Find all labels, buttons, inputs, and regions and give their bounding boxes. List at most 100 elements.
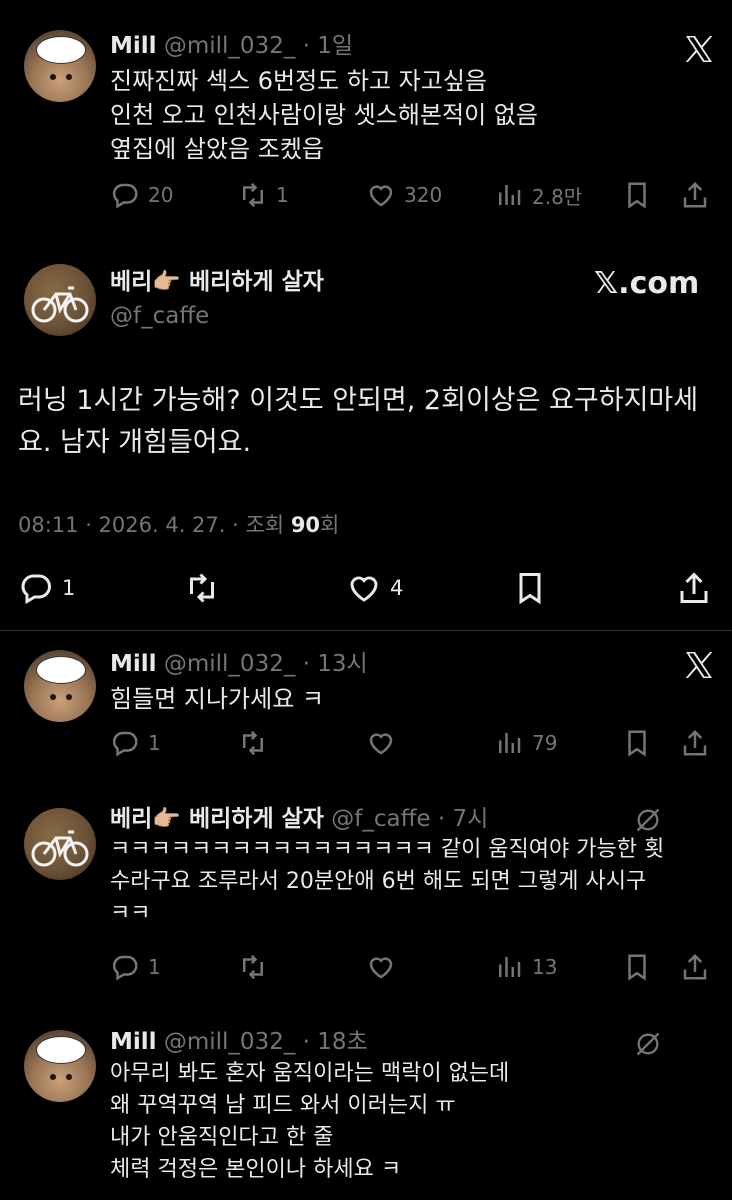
tweet-header: 베리👉🏼 베리하게 살자 @f_caffe · 7시	[110, 803, 488, 835]
tweet-line: 옆집에 살았음 조켔읍	[110, 135, 324, 163]
repost-icon	[243, 954, 263, 980]
reply-icon	[112, 731, 138, 757]
separator: ·	[302, 1029, 310, 1055]
heart-icon	[350, 576, 378, 602]
share-button[interactable]	[676, 570, 712, 606]
reply-button[interactable]: 1	[110, 728, 161, 758]
share-button[interactable]	[680, 728, 710, 758]
timestamp[interactable]: 13시	[317, 651, 367, 677]
divider	[0, 630, 732, 631]
tweet-text: 아무리 봐도 혼자 움직이라는 맥락이 없는데 왜 꾸역꾸역 남 피드 와서 이…	[110, 1058, 720, 1186]
repost-button[interactable]: 1	[238, 180, 289, 210]
reply-count: 20	[148, 183, 174, 207]
views-button[interactable]: 79	[494, 728, 557, 758]
share-icon	[683, 953, 707, 980]
bookmark-button[interactable]	[622, 952, 652, 982]
bookmark-icon	[628, 182, 646, 209]
tweet-line: 진짜진짜 섹스 6번정도 하고 자고싶음	[110, 67, 487, 95]
view-unit: 회	[320, 513, 340, 537]
tweet-header: Mill @mill_032_ · 1일	[110, 30, 353, 62]
display-name[interactable]: Mill	[110, 1029, 157, 1055]
like-button[interactable]	[366, 952, 396, 982]
tweet-line: 체력 걱정은 본인이나 하세요 ㅋ	[110, 1157, 402, 1182]
tweet-line: 내가 안움직인다고 한 줄	[110, 1125, 334, 1150]
tweet-line: 왜 꾸역꾸역 남 피드 와서 이러는지 ㅠ	[110, 1093, 456, 1118]
heart-icon	[369, 957, 393, 979]
avatar[interactable]	[24, 808, 96, 880]
tweet-line: ㅋㅋ	[110, 901, 151, 926]
tweet-header: Mill @mill_032_ · 18초	[110, 1026, 368, 1058]
view-count: 90	[290, 513, 321, 537]
views-icon	[499, 733, 521, 753]
avatar[interactable]	[24, 1030, 96, 1102]
reply-icon	[112, 183, 138, 209]
tweet-line: 인천 오고 인천사람이랑 셋스해본적이 없음	[110, 101, 538, 129]
repost-icon	[190, 573, 214, 603]
repost-icon	[243, 730, 263, 756]
views-button[interactable]: 13	[494, 952, 557, 982]
reply-count: 1	[62, 576, 76, 600]
heart-icon	[369, 733, 393, 755]
user-handle[interactable]: @mill_032_	[164, 33, 295, 59]
bookmark-button[interactable]	[622, 728, 652, 758]
tweet-line: ㅋㅋㅋㅋㅋㅋㅋㅋㅋㅋㅋㅋㅋㅋㅋㅋ 같이 움직여야 가능한 횟	[110, 837, 665, 862]
user-handle[interactable]: @f_caffe	[110, 300, 209, 332]
tweet-text: ㅋㅋㅋㅋㅋㅋㅋㅋㅋㅋㅋㅋㅋㅋㅋㅋ 같이 움직여야 가능한 횟 수라구요 조루라서…	[110, 834, 720, 930]
display-name[interactable]: Mill	[110, 33, 157, 59]
tweet-meta: 08:11 · 2026. 4. 27. · 조회 90회	[18, 510, 339, 540]
tweet-line: 아무리 봐도 혼자 움직이라는 맥락이 없는데	[110, 1061, 510, 1086]
tweet-text: 러닝 1시간 가능해? 이것도 안되면, 2회이상은 요구하지마세요. 남자 개…	[18, 385, 699, 458]
user-handle[interactable]: @f_caffe	[331, 806, 430, 832]
x-logo-icon	[684, 650, 714, 684]
views-button[interactable]: 2.8만	[494, 180, 582, 210]
reply-count: 1	[148, 955, 161, 979]
like-button[interactable]	[366, 728, 396, 758]
like-count: 320	[404, 183, 443, 207]
timestamp[interactable]: 18초	[317, 1029, 367, 1055]
display-name[interactable]: 베리👉🏼 베리하게 살자	[110, 266, 324, 298]
bookmark-button[interactable]	[512, 570, 548, 606]
like-button[interactable]: 320	[366, 180, 442, 210]
share-button[interactable]	[680, 180, 710, 210]
views-count: 2.8만	[532, 184, 583, 209]
like-count: 4	[390, 576, 404, 600]
tweet-text: 힘들면 지나가세요 ㅋ	[110, 685, 324, 713]
post-timestamp[interactable]: 08:11 · 2026. 4. 27. · 조회	[18, 513, 284, 537]
reply-count: 1	[148, 731, 161, 755]
bookmark-icon	[628, 730, 646, 757]
repost-count: 1	[276, 183, 289, 207]
tweet-text: 진짜진짜 섹스 6번정도 하고 자고싶음 인천 오고 인천사람이랑 셋스해본적이…	[110, 64, 538, 166]
separator: ·	[437, 806, 446, 832]
avatar[interactable]	[24, 650, 96, 722]
repost-button[interactable]	[238, 728, 268, 758]
bookmark-button[interactable]	[622, 180, 652, 210]
share-button[interactable]	[680, 952, 710, 982]
heart-icon	[369, 185, 393, 207]
bike-image	[31, 830, 89, 867]
user-handle[interactable]: @mill_032_	[164, 651, 295, 677]
timestamp[interactable]: 1일	[317, 33, 353, 59]
reply-icon	[112, 955, 138, 981]
like-button[interactable]: 4	[346, 570, 403, 606]
share-icon	[683, 729, 707, 756]
bookmark-icon	[519, 573, 541, 605]
x-com-brand: 𝕏.com	[594, 266, 700, 301]
reply-button[interactable]: 20	[110, 180, 173, 210]
views-icon	[499, 957, 521, 977]
user-handle[interactable]: @mill_032_	[164, 1029, 295, 1055]
avatar[interactable]	[24, 30, 96, 102]
tweet-line: 수라구요 조루라서 20분안애 6번 해도 되면 그렇게 사시구	[110, 869, 647, 894]
share-icon	[680, 572, 708, 603]
separator: ·	[302, 651, 310, 677]
reply-icon	[21, 574, 51, 605]
display-name[interactable]: Mill	[110, 651, 157, 677]
repost-button[interactable]	[184, 570, 220, 606]
timestamp[interactable]: 7시	[453, 806, 489, 832]
display-name[interactable]: 베리👉🏼 베리하게 살자	[110, 806, 324, 832]
bookmark-icon	[628, 954, 646, 981]
bike-image	[31, 286, 89, 323]
repost-button[interactable]	[238, 952, 268, 982]
reply-button[interactable]: 1	[110, 952, 161, 982]
avatar[interactable]	[24, 264, 96, 336]
reply-button[interactable]: 1	[18, 570, 75, 606]
